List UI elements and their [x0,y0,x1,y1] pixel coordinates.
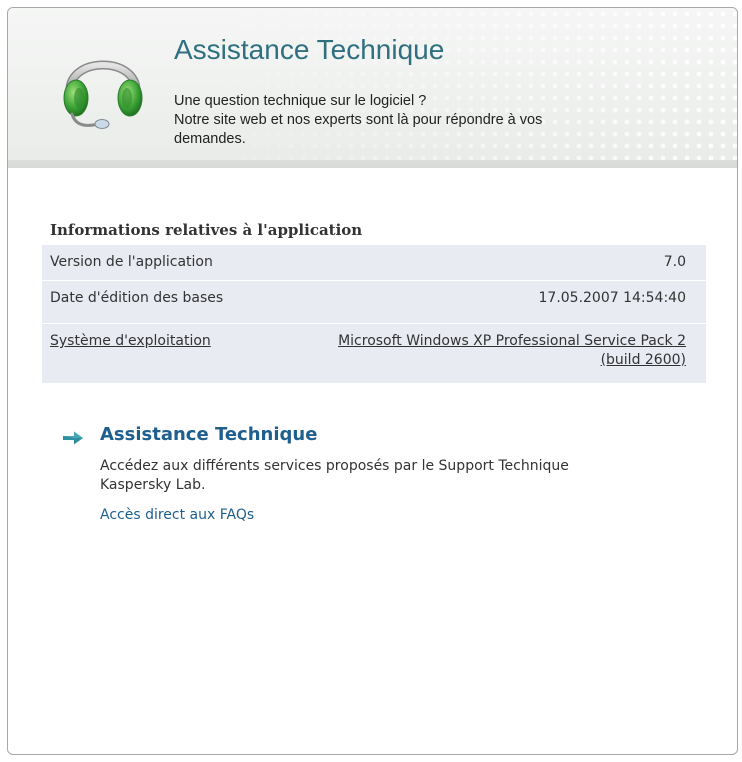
arrow-right-icon [63,431,83,445]
header-divider-band [8,160,737,168]
info-value: 17.05.2007 14:54:40 [538,290,687,306]
info-row-database-date: Date d'édition des bases 17.05.2007 14:5… [42,280,706,323]
info-row-operating-system: Système d'exploitation Microsoft Windows… [42,323,706,383]
header-description-line: demandes. [174,131,246,147]
header-description: Une question technique sur le logiciel ?… [174,92,674,149]
support-description-line: Accédez aux différents services proposés… [100,458,569,474]
faq-link[interactable]: Accès direct aux FAQs [100,507,254,523]
support-description: Accédez aux différents services proposés… [100,457,660,495]
header-description-line: Notre site web et nos experts sont là po… [174,112,543,128]
info-label: Date d'édition des bases [50,290,224,306]
os-value-line: (build 2600) [600,352,686,368]
os-value-line: Microsoft Windows XP Professional Servic… [338,333,686,349]
header-banner: Assistance Technique Une question techni… [8,8,737,168]
info-value: 7.0 [663,254,686,270]
info-row-version: Version de l'application 7.0 [42,244,706,280]
headset-icon [63,60,143,129]
header-description-line: Une question technique sur le logiciel ? [174,93,427,109]
page-title: Assistance Technique [174,34,445,65]
application-info-table: Version de l'application 7.0 Date d'édit… [42,244,706,383]
support-description-line: Kaspersky Lab. [100,477,206,493]
os-label-link[interactable]: Système d'exploitation [50,332,211,351]
support-window: Assistance Technique Une question techni… [7,7,738,755]
os-value-link[interactable]: Microsoft Windows XP Professional Servic… [276,332,686,370]
info-label: Version de l'application [50,254,213,270]
application-info-heading: Informations relatives à l'application [50,221,363,239]
support-title-link[interactable]: Assistance Technique [100,424,317,445]
application-info-section: Informations relatives à l'application V… [42,216,706,383]
